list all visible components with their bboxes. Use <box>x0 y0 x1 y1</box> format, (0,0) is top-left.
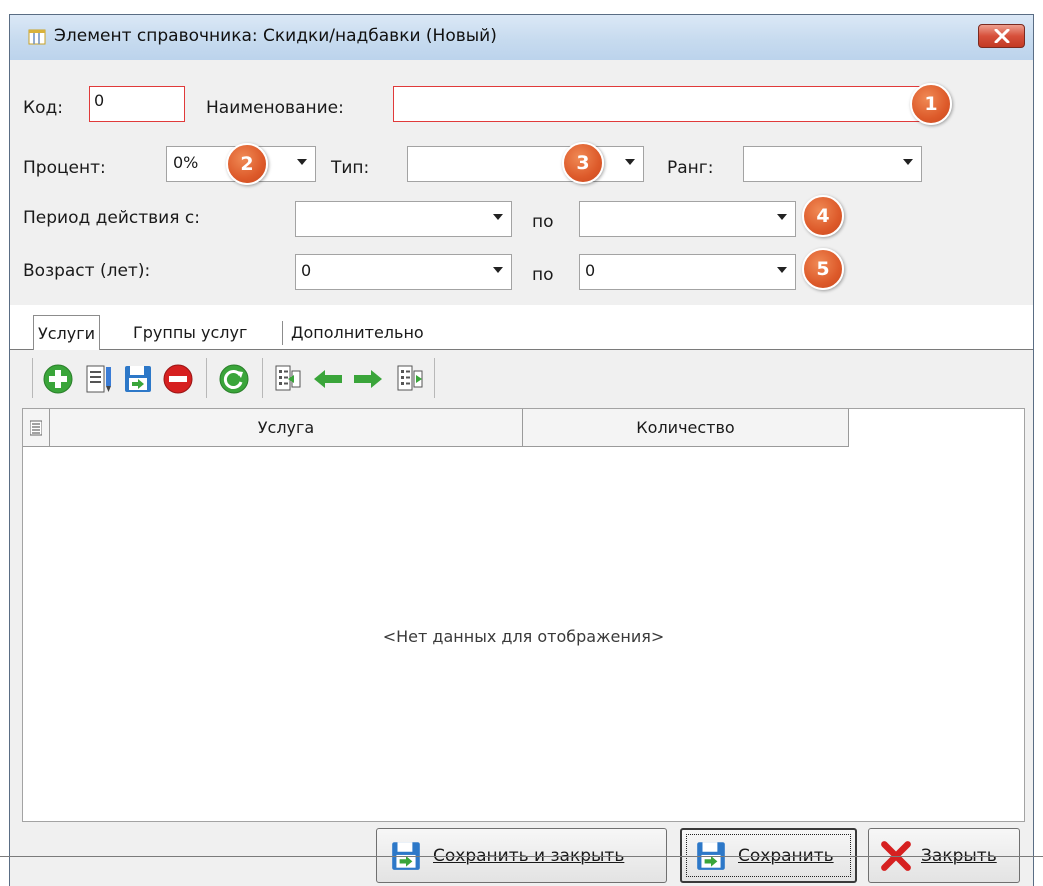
type-dropdown-button[interactable] <box>616 146 644 182</box>
age-from-input[interactable]: 0 <box>295 254 485 290</box>
period-from-input[interactable] <box>295 201 485 237</box>
arrow-left-icon[interactable] <box>312 363 344 395</box>
age-from-dropdown-button[interactable] <box>484 254 512 290</box>
callout-marker-1: 1 <box>910 83 952 125</box>
rank-input[interactable] <box>743 146 898 182</box>
tab-service-groups[interactable]: Группы услуг <box>133 319 247 349</box>
callout-marker-5: 5 <box>802 248 844 290</box>
column-chooser-icon <box>30 420 42 436</box>
tab-services[interactable]: Услуги <box>33 315 101 351</box>
services-grid[interactable]: Услуга Количество <Нет данных для отобра… <box>22 408 1025 822</box>
period-to-dropdown-button[interactable] <box>768 201 796 237</box>
period-label: Период действия с: <box>23 208 200 228</box>
tab-divider <box>282 321 283 345</box>
age-to-label: по <box>532 265 554 285</box>
add-icon[interactable] <box>42 363 74 395</box>
tab-strip: Услуги Группы услуг Дополнительно <box>10 305 1033 351</box>
rank-label: Ранг: <box>667 158 714 178</box>
dialog-window: Элемент справочника: Скидки/надбавки (Но… <box>9 14 1034 886</box>
age-label: Возраст (лет): <box>23 261 151 281</box>
catalog-icon <box>28 29 46 45</box>
close-icon <box>994 29 1010 43</box>
type-label: Тип: <box>331 158 370 178</box>
list-export-icon[interactable] <box>394 363 426 395</box>
name-input[interactable] <box>393 86 923 122</box>
column-header-service[interactable]: Услуга <box>50 409 523 447</box>
percent-dropdown-button[interactable] <box>288 146 316 182</box>
callout-marker-4: 4 <box>802 195 844 237</box>
list-import-icon[interactable] <box>272 363 304 395</box>
toolbar-separator <box>32 358 33 398</box>
code-label: Код: <box>23 98 63 118</box>
callout-marker-2: 2 <box>226 143 268 185</box>
name-label: Наименование: <box>206 98 344 118</box>
percent-label: Процент: <box>23 158 106 178</box>
column-chooser-header[interactable] <box>23 409 50 447</box>
toolbar-separator <box>206 358 207 398</box>
title-bar[interactable]: Элемент справочника: Скидки/надбавки (Но… <box>10 15 1033 60</box>
code-input[interactable]: 0 <box>89 86 185 122</box>
toolbar-separator <box>434 358 435 398</box>
delete-icon[interactable] <box>162 363 194 395</box>
column-header-quantity[interactable]: Количество <box>523 409 849 447</box>
window-title: Элемент справочника: Скидки/надбавки (Но… <box>54 26 497 46</box>
empty-grid-message: <Нет данных для отображения> <box>382 627 665 646</box>
refresh-icon[interactable] <box>218 363 250 395</box>
age-to-dropdown-button[interactable] <box>768 254 796 290</box>
window-close-button[interactable] <box>978 24 1025 48</box>
arrow-right-icon[interactable] <box>352 363 384 395</box>
annotation-guide-line <box>0 856 1043 857</box>
toolbar-separator <box>262 358 263 398</box>
period-to-label: по <box>532 212 554 232</box>
period-to-input[interactable] <box>579 201 769 237</box>
edit-icon[interactable] <box>82 363 114 395</box>
period-from-dropdown-button[interactable] <box>484 201 512 237</box>
rank-dropdown-button[interactable] <box>894 146 922 182</box>
callout-marker-3: 3 <box>562 142 604 184</box>
tab-additional[interactable]: Дополнительно <box>291 319 424 349</box>
age-to-input[interactable]: 0 <box>579 254 769 290</box>
save-icon[interactable] <box>122 363 154 395</box>
toolbar <box>10 350 1033 408</box>
dialog-footer: Сохранить и закрыть Сохранить Закрыть <box>10 823 1033 886</box>
